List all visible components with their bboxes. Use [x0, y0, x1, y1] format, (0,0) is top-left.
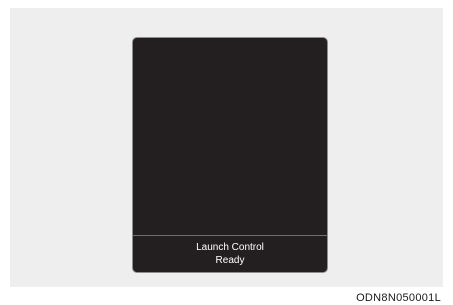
cluster-display: Launch Control Ready	[132, 37, 328, 273]
figure-code: ODN8N050001L	[356, 292, 441, 304]
status-line-1: Launch Control	[196, 241, 264, 253]
figure-frame: Launch Control Ready ODN8N050001L	[0, 0, 453, 305]
launch-control-status: Launch Control Ready	[133, 236, 327, 272]
status-line-2: Ready	[215, 254, 245, 266]
